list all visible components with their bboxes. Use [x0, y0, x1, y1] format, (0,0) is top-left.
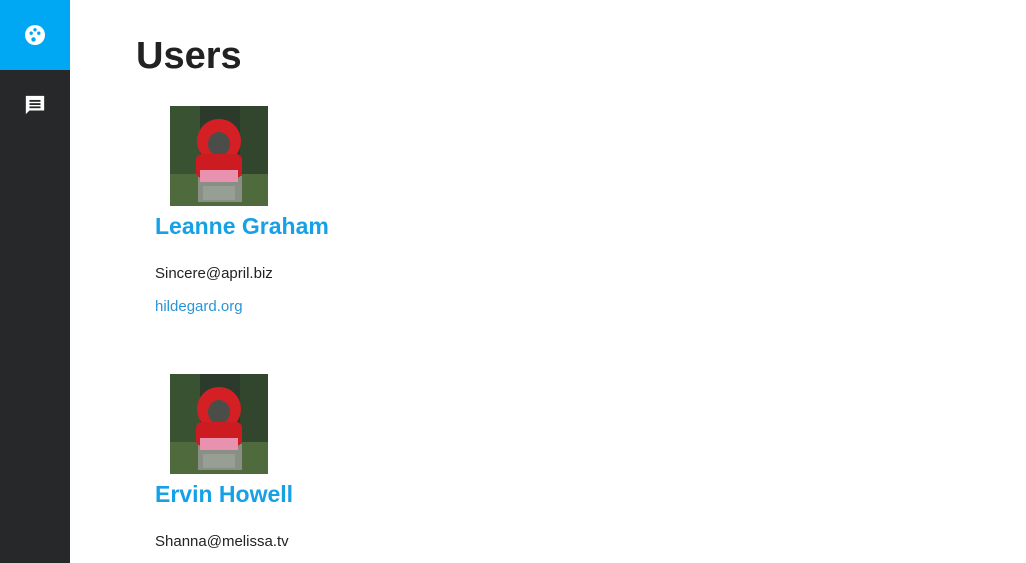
- sidebar-item-messages[interactable]: [0, 70, 70, 140]
- avatar: [170, 106, 268, 206]
- sidebar-item-users[interactable]: [0, 0, 70, 70]
- palette-icon: [23, 23, 47, 47]
- user-email: Sincere@april.biz: [155, 265, 273, 282]
- main-content: Users Leanne Graham Sincere@april.biz hi…: [70, 0, 1026, 563]
- page-title: Users: [136, 35, 242, 77]
- user-name-link[interactable]: Leanne Graham: [155, 212, 329, 240]
- sidebar: [0, 0, 70, 563]
- user-website-link[interactable]: hildegard.org: [155, 297, 243, 317]
- avatar: [170, 374, 268, 474]
- app-root: Users Leanne Graham Sincere@april.biz hi…: [0, 0, 1026, 563]
- message-icon: [24, 94, 46, 116]
- user-email: Shanna@melissa.tv: [155, 533, 289, 550]
- user-name-link[interactable]: Ervin Howell: [155, 480, 293, 508]
